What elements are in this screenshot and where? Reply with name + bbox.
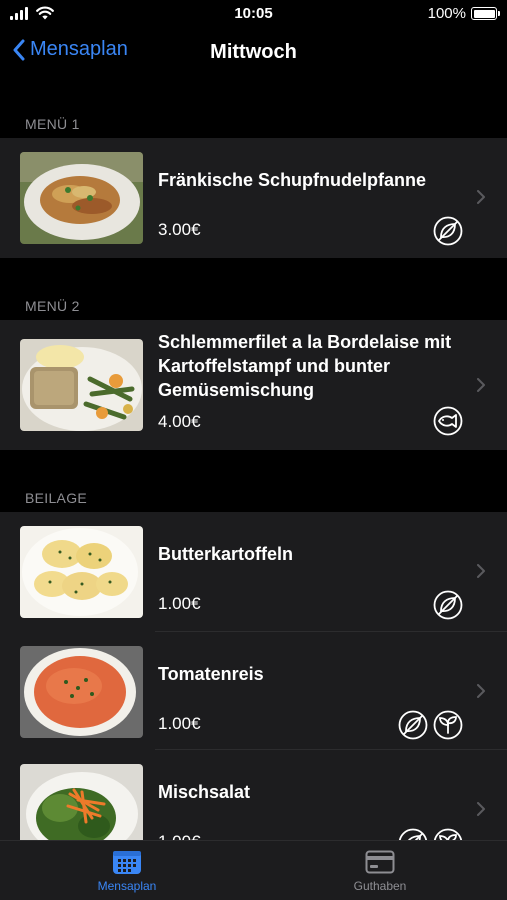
vegetarian-icon	[433, 590, 463, 620]
vegetarian-icon	[433, 216, 463, 246]
dish-badges	[398, 828, 463, 840]
vegetarian-icon	[398, 828, 428, 840]
list-item[interactable]: Tomatenreis 1.00€	[0, 632, 507, 750]
dish-photo-mischsalat	[20, 764, 143, 840]
dish-name: Tomatenreis	[158, 664, 264, 684]
section-header-beilage: BEILAGE	[25, 490, 88, 506]
back-button[interactable]: Mensaplan	[12, 38, 128, 61]
list-item[interactable]: Mischsalat 1.00€	[0, 750, 507, 840]
list-item[interactable]: Fränkische Schupfnudelpfanne 3.00€	[0, 138, 507, 258]
vegetarian-icon	[398, 710, 428, 740]
tab-bar: Mensaplan Guthaben	[0, 840, 507, 900]
battery-percentage: 100%	[427, 5, 466, 22]
dish-price: 1.00€	[158, 832, 201, 840]
tab-label: Mensaplan	[97, 879, 157, 893]
list-item[interactable]: Butterkartoffeln 1.00€	[0, 512, 507, 632]
chevron-right-icon	[477, 378, 485, 392]
chevron-right-icon	[477, 684, 485, 698]
dish-price: 1.00€	[158, 714, 201, 733]
calendar-icon	[113, 851, 141, 874]
dish-price: 4.00€	[158, 412, 201, 431]
status-bar: 10:05 100%	[0, 0, 507, 28]
dish-photo-schupfnudelpfanne	[20, 152, 143, 244]
vegan-icon	[433, 828, 463, 840]
card-icon	[365, 850, 395, 874]
menu-list[interactable]: MENÜ 1 Fränkische Schupfnudelpfanne 3.00…	[0, 76, 507, 840]
dish-price: 3.00€	[158, 220, 201, 239]
dish-name: Mischsalat	[158, 782, 251, 802]
fish-icon	[433, 406, 463, 436]
navigation-bar: Mensaplan Mittwoch	[0, 28, 507, 76]
dish-name: Schlemmerfilet a la Bordelaise mit Karto…	[158, 332, 452, 400]
chevron-right-icon	[477, 802, 485, 816]
back-button-label: Mensaplan	[30, 38, 128, 60]
dish-photo-schlemmerfilet	[20, 339, 143, 431]
dish-photo-tomatenreis	[20, 646, 143, 738]
tab-guthaben[interactable]: Guthaben	[320, 849, 440, 893]
list-item[interactable]: Schlemmerfilet a la Bordelaise mit Karto…	[0, 320, 507, 450]
vegan-icon	[433, 710, 463, 740]
dish-price: 1.00€	[158, 594, 201, 613]
section-header-menu-1: MENÜ 1	[25, 116, 80, 132]
tab-mensaplan[interactable]: Mensaplan	[67, 849, 187, 893]
battery-status: 100%	[427, 5, 500, 22]
dish-photo-butterkartoffeln	[20, 526, 143, 618]
section-beilage: Butterkartoffeln 1.00€ Tomatenreis 1.00€…	[0, 512, 507, 840]
dish-name: Fränkische Schupfnudelpfanne	[158, 170, 427, 190]
chevron-right-icon	[477, 190, 485, 204]
dish-name: Butterkartoffeln	[158, 544, 294, 564]
chevron-right-icon	[477, 564, 485, 578]
chevron-left-icon	[13, 39, 25, 60]
section-menu-1: Fränkische Schupfnudelpfanne 3.00€	[0, 138, 507, 258]
tab-label: Guthaben	[353, 879, 407, 893]
section-header-menu-2: MENÜ 2	[25, 298, 80, 314]
section-menu-2: Schlemmerfilet a la Bordelaise mit Karto…	[0, 320, 507, 450]
battery-icon	[471, 7, 500, 20]
dish-badges	[433, 216, 463, 246]
dish-badges	[398, 710, 463, 740]
dish-badges	[433, 406, 463, 436]
dish-badges	[433, 590, 463, 620]
